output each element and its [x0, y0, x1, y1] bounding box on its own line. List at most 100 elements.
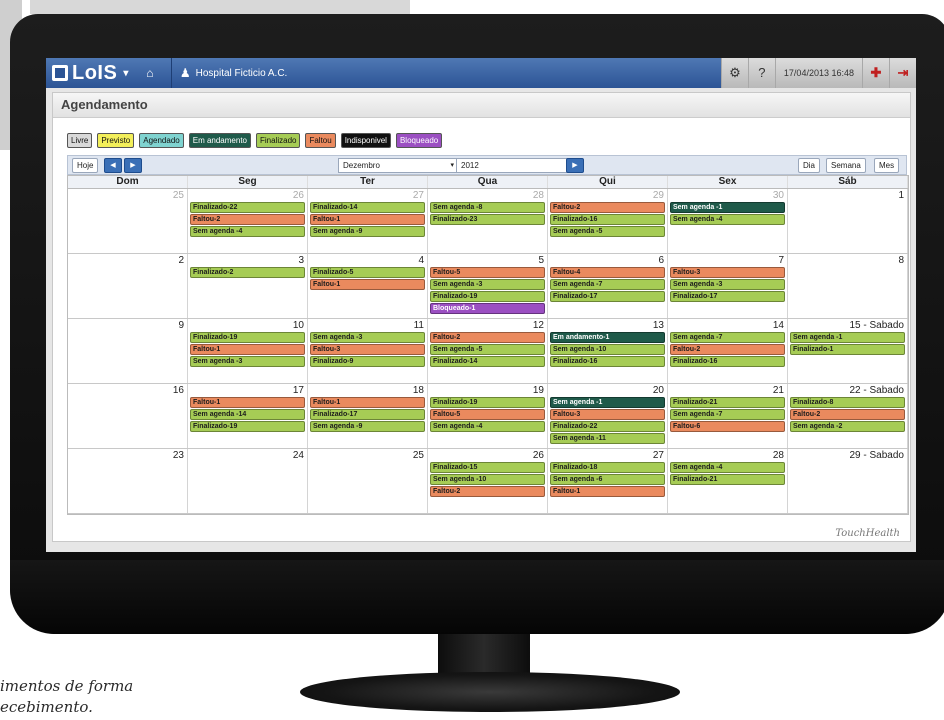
appointment-event[interactable]: Faltou-1	[190, 397, 305, 408]
appointment-event[interactable]: Faltou-2	[550, 202, 665, 213]
appointment-event[interactable]: Sem agenda -3	[430, 279, 545, 290]
appointment-event[interactable]: Sem agenda -8	[430, 202, 545, 213]
next-month-button[interactable]: ▶	[124, 158, 142, 173]
appointment-event[interactable]: Em andamento-1	[550, 332, 665, 343]
logout-icon[interactable]: ⇥	[889, 58, 916, 88]
appointment-event[interactable]: Finalizado-22	[190, 202, 305, 213]
calendar-day[interactable]: 20 Sem agenda -1 Faltou-3 Finalizado-22 Sem …	[548, 384, 668, 448]
appointment-event[interactable]: Sem agenda -2	[790, 421, 905, 432]
calendar-day[interactable]: 1	[788, 189, 908, 253]
appointment-event[interactable]: Sem agenda -4	[190, 226, 305, 237]
appointment-event[interactable]: Faltou-5	[430, 409, 545, 420]
appointment-event[interactable]: Finalizado-22	[550, 421, 665, 432]
appointment-event[interactable]: Sem agenda -4	[670, 462, 785, 473]
appointment-event[interactable]: Finalizado-18	[550, 462, 665, 473]
appointment-event[interactable]: Bloqueado-1	[430, 303, 545, 314]
appointment-event[interactable]: Faltou-1	[310, 214, 425, 225]
appointment-event[interactable]: Faltou-2	[430, 486, 545, 497]
appointment-event[interactable]: Sem agenda -7	[670, 332, 785, 343]
calendar-day[interactable]: 4 Finalizado-5 Faltou-1	[308, 254, 428, 318]
calendar-day[interactable]: 26 Finalizado-22 Faltou-2 Sem agenda -4	[188, 189, 308, 253]
appointment-event[interactable]: Finalizado-19	[190, 332, 305, 343]
appointment-event[interactable]: Finalizado-17	[550, 291, 665, 302]
appointment-event[interactable]: Faltou-2	[790, 409, 905, 420]
calendar-day[interactable]: 21 Finalizado-21 Sem agenda -7 Faltou-6	[668, 384, 788, 448]
calendar-day[interactable]: 15 - Sabado Sem agenda -1 Finalizado-1	[788, 319, 908, 383]
calendar-day[interactable]: 19 Finalizado-19 Faltou-5 Sem agenda -4	[428, 384, 548, 448]
appointment-event[interactable]: Finalizado-14	[310, 202, 425, 213]
appointment-event[interactable]: Sem agenda -5	[550, 226, 665, 237]
alert-icon[interactable]: ✚	[862, 58, 889, 88]
calendar-day[interactable]: 7 Faltou-3 Sem agenda -3 Finalizado-17	[668, 254, 788, 318]
calendar-day[interactable]: 3 Finalizado-2	[188, 254, 308, 318]
appointment-event[interactable]: Faltou-1	[310, 279, 425, 290]
appointment-event[interactable]: Finalizado-23	[430, 214, 545, 225]
appointment-event[interactable]: Sem agenda -4	[430, 421, 545, 432]
calendar-day[interactable]: 8	[788, 254, 908, 318]
calendar-day[interactable]: 29 - Sabado	[788, 449, 908, 513]
appointment-event[interactable]: Faltou-3	[550, 409, 665, 420]
view-month-button[interactable]: Mes	[874, 158, 900, 173]
appointment-event[interactable]: Sem agenda -10	[430, 474, 545, 485]
appointment-event[interactable]: Finalizado-17	[310, 409, 425, 420]
calendar-day[interactable]: 11 Sem agenda -3 Faltou-3 Finalizado-9	[308, 319, 428, 383]
appointment-event[interactable]: Finalizado-5	[310, 267, 425, 278]
appointment-event[interactable]: Finalizado-16	[670, 356, 785, 367]
appointment-event[interactable]: Finalizado-16	[550, 214, 665, 225]
appointment-event[interactable]: Sem agenda -11	[550, 433, 665, 444]
appointment-event[interactable]: Faltou-3	[310, 344, 425, 355]
appointment-event[interactable]: Finalizado-15	[430, 462, 545, 473]
appointment-event[interactable]: Sem agenda -3	[310, 332, 425, 343]
appointment-event[interactable]: Sem agenda -3	[190, 356, 305, 367]
help-icon[interactable]: ?	[747, 58, 775, 88]
prev-month-button[interactable]: ◀	[104, 158, 122, 173]
calendar-day[interactable]: 22 - Sabado Finalizado-8 Faltou-2 Sem agend…	[788, 384, 908, 448]
go-button[interactable]: ▶	[566, 158, 584, 173]
app-logo[interactable]: LoIS ▾	[52, 62, 129, 85]
calendar-day[interactable]: 14 Sem agenda -7 Faltou-2 Finalizado-16	[668, 319, 788, 383]
appointment-event[interactable]: Finalizado-19	[430, 397, 545, 408]
appointment-event[interactable]: Sem agenda -6	[550, 474, 665, 485]
appointment-event[interactable]: Finalizado-21	[670, 474, 785, 485]
calendar-day[interactable]: 5 Faltou-5 Sem agenda -3 Finalizado-19 Bloqu…	[428, 254, 548, 318]
appointment-event[interactable]: Sem agenda -9	[310, 226, 425, 237]
home-icon[interactable]: ⌂	[139, 66, 161, 80]
year-input[interactable]: 2012	[456, 158, 568, 173]
calendar-day[interactable]: 17 Faltou-1 Sem agenda -14 Finalizado-19	[188, 384, 308, 448]
appointment-event[interactable]: Faltou-2	[190, 214, 305, 225]
appointment-event[interactable]: Finalizado-9	[310, 356, 425, 367]
appointment-event[interactable]: Faltou-5	[430, 267, 545, 278]
calendar-day[interactable]: 16	[68, 384, 188, 448]
calendar-day[interactable]: 27 Finalizado-14 Faltou-1 Sem agenda -9	[308, 189, 428, 253]
appointment-event[interactable]: Sem agenda -4	[670, 214, 785, 225]
appointment-event[interactable]: Finalizado-14	[430, 356, 545, 367]
appointment-event[interactable]: Finalizado-17	[670, 291, 785, 302]
appointment-event[interactable]: Finalizado-21	[670, 397, 785, 408]
appointment-event[interactable]: Sem agenda -3	[670, 279, 785, 290]
calendar-day[interactable]: 26 Finalizado-15 Sem agenda -10 Faltou-2	[428, 449, 548, 513]
today-button[interactable]: Hoje	[72, 158, 99, 173]
appointment-event[interactable]: Sem agenda -1	[790, 332, 905, 343]
month-select[interactable]: Dezembro ▾	[338, 158, 458, 173]
calendar-day[interactable]: 12 Faltou-2 Sem agenda -5 Finalizado-14	[428, 319, 548, 383]
calendar-day[interactable]: 2	[68, 254, 188, 318]
appointment-event[interactable]: Faltou-2	[430, 332, 545, 343]
calendar-day[interactable]: 23	[68, 449, 188, 513]
appointment-event[interactable]: Finalizado-16	[550, 356, 665, 367]
appointment-event[interactable]: Faltou-2	[670, 344, 785, 355]
calendar-day[interactable]: 29 Faltou-2 Finalizado-16 Sem agenda -5	[548, 189, 668, 253]
calendar-day[interactable]: 9	[68, 319, 188, 383]
chevron-down-icon[interactable]: ▾	[123, 68, 129, 79]
appointment-event[interactable]: Finalizado-19	[190, 421, 305, 432]
view-day-button[interactable]: Dia	[798, 158, 821, 173]
appointment-event[interactable]: Finalizado-2	[190, 267, 305, 278]
appointment-event[interactable]: Faltou-1	[310, 397, 425, 408]
view-week-button[interactable]: Semana	[826, 158, 866, 173]
appointment-event[interactable]: Sem agenda -7	[550, 279, 665, 290]
appointment-event[interactable]: Sem agenda -1	[670, 202, 785, 213]
calendar-day[interactable]: 30 Sem agenda -1 Sem agenda -4	[668, 189, 788, 253]
calendar-day[interactable]: 25	[68, 189, 188, 253]
appointment-event[interactable]: Sem agenda -10	[550, 344, 665, 355]
calendar-day[interactable]: 24	[188, 449, 308, 513]
calendar-day[interactable]: 10 Finalizado-19 Faltou-1 Sem agenda -3	[188, 319, 308, 383]
